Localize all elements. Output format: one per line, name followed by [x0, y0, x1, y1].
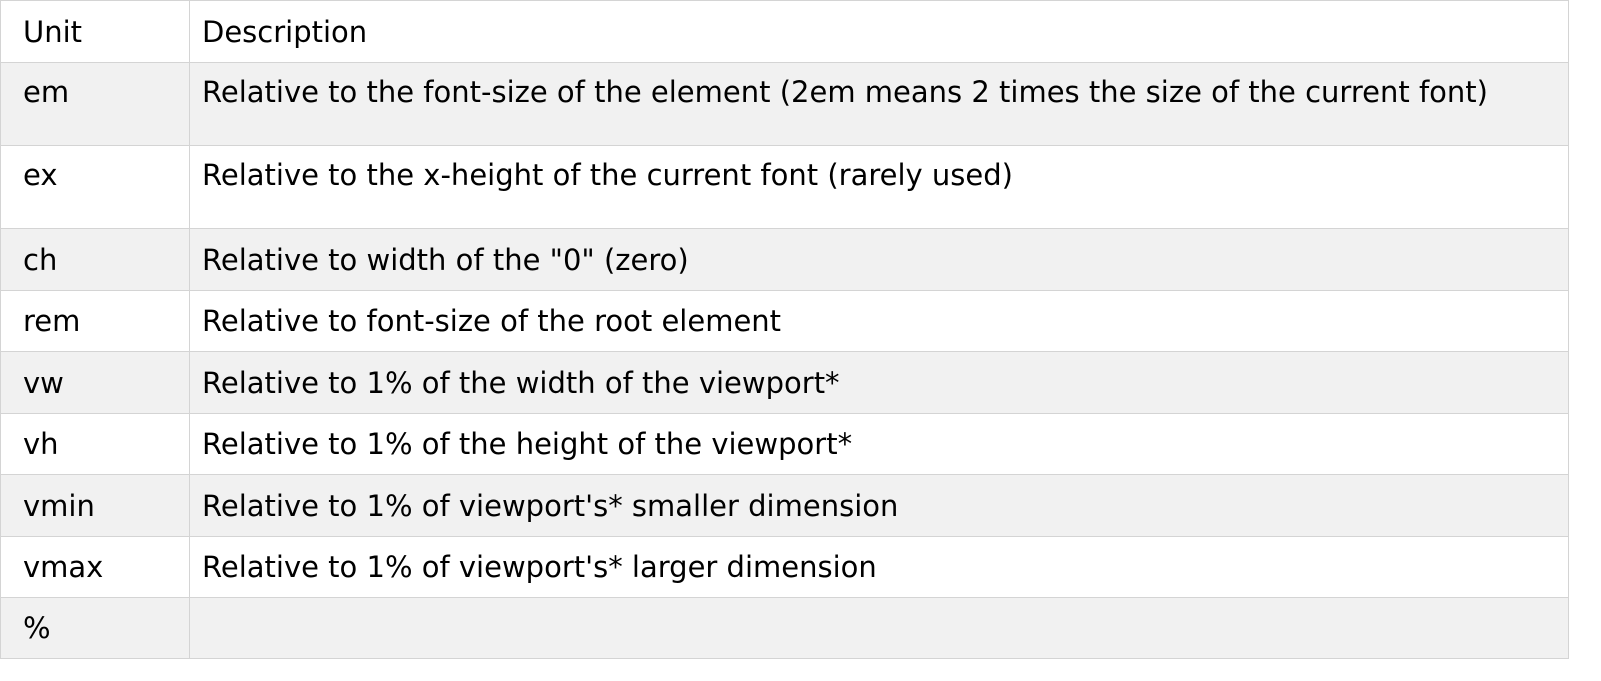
- unit-cell: vmin: [0, 474, 190, 537]
- description-cell: Relative to 1% of the height of the view…: [189, 413, 1569, 475]
- unit-cell: ch: [0, 228, 190, 291]
- unit-cell: rem: [0, 290, 190, 352]
- table-row: vh Relative to 1% of the height of the v…: [0, 413, 1569, 475]
- description-cell: [189, 597, 1569, 659]
- header-unit: Unit: [0, 0, 190, 63]
- description-cell: Relative to the x-height of the current …: [189, 145, 1569, 229]
- unit-cell: %: [0, 597, 190, 659]
- table-row: vmax Relative to 1% of viewport's* large…: [0, 536, 1569, 598]
- description-cell: Relative to 1% of viewport's* larger dim…: [189, 536, 1569, 598]
- table-row: ex Relative to the x-height of the curre…: [0, 145, 1569, 229]
- description-cell: Relative to 1% of viewport's* smaller di…: [189, 474, 1569, 537]
- table-row: ch Relative to width of the "0" (zero): [0, 228, 1569, 291]
- description-cell: Relative to font-size of the root elemen…: [189, 290, 1569, 352]
- unit-cell: ex: [0, 145, 190, 229]
- unit-cell: em: [0, 62, 190, 146]
- table-row: em Relative to the font-size of the elem…: [0, 62, 1569, 146]
- unit-cell: vmax: [0, 536, 190, 598]
- description-cell: Relative to 1% of the width of the viewp…: [189, 351, 1569, 414]
- table-row: vw Relative to 1% of the width of the vi…: [0, 351, 1569, 414]
- unit-cell: vw: [0, 351, 190, 414]
- table-row: vmin Relative to 1% of viewport's* small…: [0, 474, 1569, 537]
- description-cell: Relative to width of the "0" (zero): [189, 228, 1569, 291]
- description-cell: Relative to the font-size of the element…: [189, 62, 1569, 146]
- header-description: Description: [189, 0, 1569, 63]
- unit-cell: vh: [0, 413, 190, 475]
- table-row: rem Relative to font-size of the root el…: [0, 290, 1569, 352]
- table-header-row: Unit Description: [0, 0, 1569, 63]
- table-row: %: [0, 597, 1569, 659]
- css-units-table: Unit Description em Relative to the font…: [0, 0, 1569, 659]
